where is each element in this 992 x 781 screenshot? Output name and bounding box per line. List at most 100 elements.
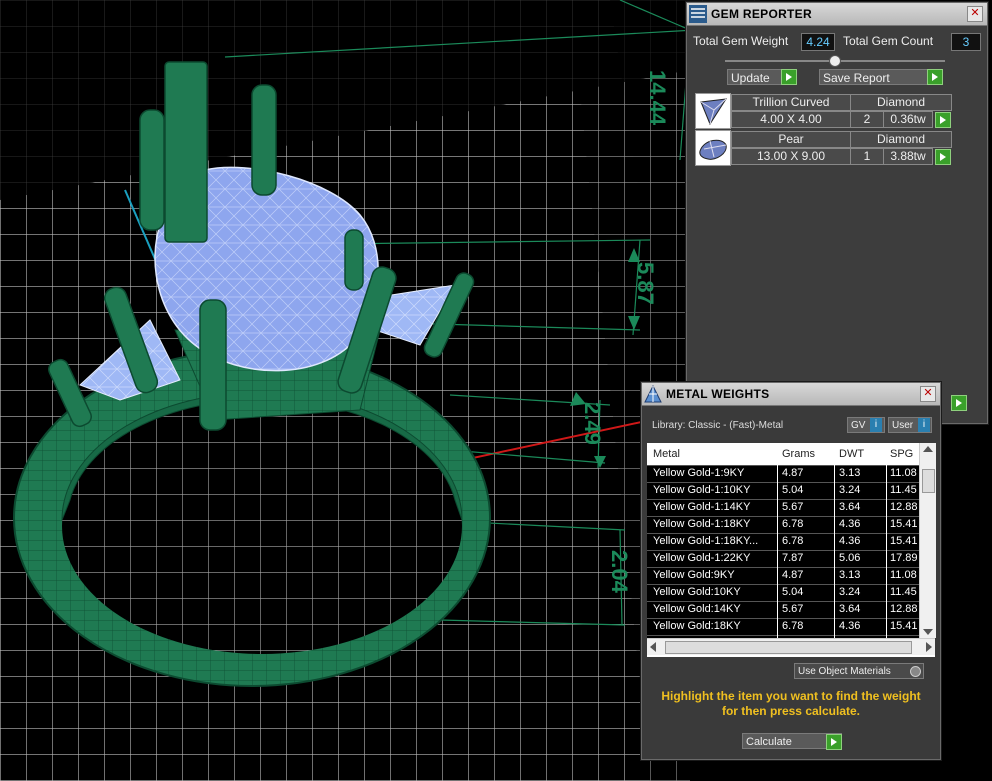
gem-weight: 3.88tw [883,148,933,165]
scroll-thumb[interactable] [922,469,935,493]
metal-name-cell: Yellow Gold-1:14KY [653,501,751,513]
trillion-gem-icon [695,93,731,129]
dwt-cell: 3.24 [839,586,861,598]
column-header-dwt[interactable]: DWT [839,448,889,460]
gem-reporter-titlebar[interactable]: GEM REPORTER ✕ [687,3,987,26]
scroll-right-icon[interactable] [926,642,932,652]
dwt-cell: 4.36 [839,535,861,547]
metal-name-cell: Yellow Gold-1:18KY [653,518,751,530]
gem-row-pear[interactable]: Pear Diamond 13.00 X 9.00 1 3.88tw [695,130,952,166]
metal-name-cell: Yellow Gold:10KY [653,586,741,598]
gem-reporter-bottom-play-icon[interactable] [951,395,967,411]
grams-cell: 4.87 [782,467,804,479]
table-row[interactable]: Yellow Gold:10KY 5.04 3.24 11.45 [647,584,935,601]
dwt-cell: 3.13 [839,569,861,581]
column-header-grams[interactable]: Grams [782,448,832,460]
scroll-down-icon[interactable] [923,629,933,635]
gem-row-play-icon[interactable] [935,112,951,128]
table-row[interactable]: Yellow Gold-1:18KY... 6.78 4.36 15.41 [647,533,935,550]
total-gem-count-value: 3 [951,33,981,51]
dwt-cell: 3.24 [839,484,861,496]
gem-reporter-panel: GEM REPORTER ✕ Total Gem Weight 4.24 Tot… [686,2,988,424]
metal-weights-icon [644,385,662,403]
grams-cell: 4.87 [782,569,804,581]
update-play-icon[interactable] [781,69,797,85]
dimension-label-4: 2.04 [607,550,632,594]
gem-reporter-icon [689,5,707,23]
table-row[interactable]: Yellow Gold-1:18KY 6.78 4.36 15.41 [647,516,935,533]
use-object-materials-toggle[interactable]: Use Object Materials [794,663,924,679]
dimension-label-1: 14.44 [645,70,670,126]
gem-count: 1 [850,148,884,165]
gem-size: 4.00 X 4.00 [731,111,851,128]
instruction-text: Highlight the item you want to find the … [661,689,921,718]
gem-shape: Pear [731,131,851,148]
metal-name-cell: Yellow Gold:14KY [653,603,741,615]
metal-weights-panel: METAL WEIGHTS ✕ Library: Classic - (Fast… [641,382,941,760]
metal-name-cell: Yellow Gold:9KY [653,569,735,581]
dwt-cell: 5.06 [839,552,861,564]
gv-info-icon[interactable]: i [870,418,882,432]
horizontal-scrollbar[interactable] [647,638,935,655]
metal-name-cell: Yellow Gold-1:22KY [653,552,751,564]
table-header: Metal Grams DWT SPG [647,443,935,465]
table-row[interactable]: Yellow Gold:14KY 5.67 3.64 12.88 [647,601,935,618]
pear-gem-icon [695,130,731,166]
dimension-label-3: 2.49 [580,402,605,445]
grams-cell: 6.78 [782,535,804,547]
dwt-cell: 3.64 [839,501,861,513]
scroll-left-icon[interactable] [650,642,656,652]
gem-material: Diamond [850,131,952,148]
metal-weights-titlebar[interactable]: METAL WEIGHTS ✕ [642,383,940,406]
slider-knob[interactable] [829,55,841,67]
library-label: Library: Classic - (Fast)-Metal [652,420,784,431]
grams-cell: 6.78 [782,518,804,530]
grams-cell: 7.87 [782,552,804,564]
dwt-cell: 3.64 [839,603,861,615]
scroll-up-icon[interactable] [923,446,933,452]
gem-shape: Trillion Curved [731,94,851,111]
table-row[interactable]: Yellow Gold-1:22KY 7.87 5.06 17.89 [647,550,935,567]
metal-weights-table[interactable]: Metal Grams DWT SPG Yellow Gold-1:9KY 4.8… [647,443,935,657]
save-report-button[interactable]: Save Report [819,69,943,85]
total-gem-weight-label: Total Gem Weight [693,34,789,48]
gem-size: 13.00 X 9.00 [731,148,851,165]
dwt-cell: 4.36 [839,620,861,632]
metal-name-cell: Yellow Gold-1:18KY... [653,535,759,547]
gem-material: Diamond [850,94,952,111]
table-body: Yellow Gold-1:9KY 4.87 3.13 11.08 Yellow Gol… [647,465,935,652]
close-icon[interactable]: ✕ [920,386,936,402]
report-slider[interactable] [725,55,945,67]
table-row[interactable]: Yellow Gold-1:14KY 5.67 3.64 12.88 [647,499,935,516]
metal-weights-title: METAL WEIGHTS [666,387,770,401]
grams-cell: 6.78 [782,620,804,632]
table-row[interactable]: Yellow Gold-1:9KY 4.87 3.13 11.08 [647,465,935,482]
table-row[interactable]: Yellow Gold-1:10KY 5.04 3.24 11.45 [647,482,935,499]
vertical-scrollbar[interactable] [919,443,936,638]
gem-row-play-icon[interactable] [935,149,951,165]
grams-cell: 5.67 [782,501,804,513]
user-info-icon[interactable]: i [918,418,930,432]
grams-cell: 5.04 [782,586,804,598]
table-row[interactable]: Yellow Gold:9KY 4.87 3.13 11.08 [647,567,935,584]
metal-name-cell: Yellow Gold-1:9KY [653,467,745,479]
grams-cell: 5.04 [782,484,804,496]
dwt-cell: 4.36 [839,518,861,530]
metal-name-cell: Yellow Gold-1:10KY [653,484,751,496]
gem-weight: 0.36tw [883,111,933,128]
gem-count: 2 [850,111,884,128]
gem-reporter-title: GEM REPORTER [711,7,812,21]
dimension-label-2: 5.87 [633,262,658,305]
total-gem-weight-value: 4.24 [801,33,835,51]
dwt-cell: 3.13 [839,467,861,479]
save-report-play-icon[interactable] [927,69,943,85]
grams-cell: 5.67 [782,603,804,615]
use-object-materials-radio-icon[interactable] [910,666,921,677]
table-row[interactable]: Yellow Gold:18KY 6.78 4.36 15.41 [647,618,935,635]
hscroll-thumb[interactable] [665,641,912,654]
close-icon[interactable]: ✕ [967,6,983,22]
calculate-play-icon[interactable] [826,734,842,750]
gem-row-trillion[interactable]: Trillion Curved Diamond 4.00 X 4.00 2 0.… [695,93,952,129]
total-gem-count-label: Total Gem Count [843,34,934,48]
column-header-metal[interactable]: Metal [653,448,777,460]
